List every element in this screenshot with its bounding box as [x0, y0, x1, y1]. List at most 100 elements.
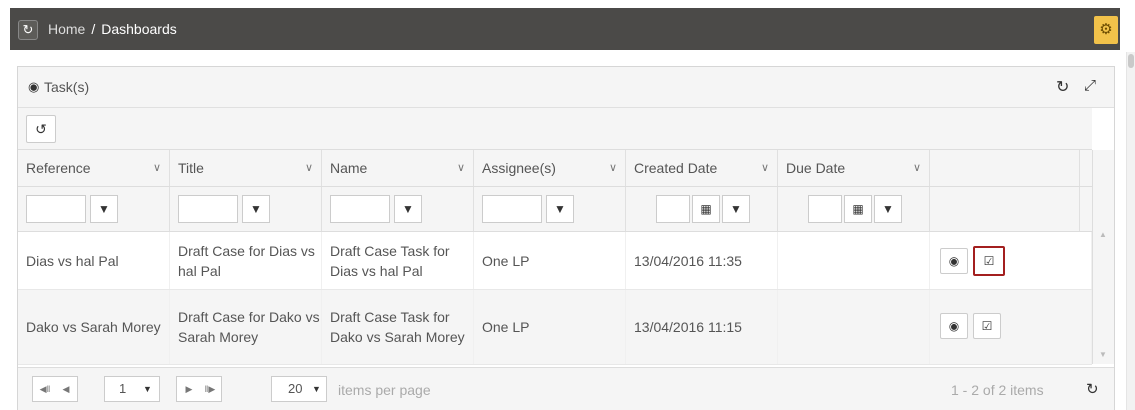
- filter-icon[interactable]: ▼: [546, 195, 574, 223]
- calendar-icon[interactable]: ▦: [844, 195, 872, 223]
- pager-first-prev-group: ◀‖ ◀: [32, 376, 78, 402]
- filter-cell-title: ▼: [170, 187, 322, 231]
- cell-reference: Dias vs hal Pal: [18, 232, 170, 289]
- page-size-value: 20: [288, 381, 303, 396]
- cell-created-date: 13/04/2016 11:35: [626, 232, 778, 289]
- grid-toolbar: ↺: [18, 108, 1092, 150]
- column-header-name[interactable]: Name ∨: [322, 150, 474, 186]
- settings-button[interactable]: ⚙: [1094, 16, 1118, 44]
- cell-actions: ◉ ☑: [930, 232, 1092, 289]
- cell-assignees: One LP: [474, 232, 626, 289]
- pager-next-last-group: ▶ ‖▶: [176, 376, 222, 402]
- panel-expand-icon[interactable]: ⤢: [1084, 77, 1096, 94]
- undo-icon: ↺: [35, 121, 47, 137]
- view-button[interactable]: ◉: [940, 248, 968, 274]
- grid-scrollbar[interactable]: [1092, 150, 1114, 364]
- complete-task-button[interactable]: ☑: [973, 313, 1001, 339]
- first-page-icon[interactable]: ◀‖: [35, 377, 55, 401]
- previous-page-icon[interactable]: ◀: [56, 377, 76, 401]
- name-filter-input[interactable]: [330, 195, 390, 223]
- calendar-icon[interactable]: ▦: [692, 195, 720, 223]
- tasks-panel: ◉ Task(s) ↻ ⤢ ↺ Reference ∨ Title ∨ Name ∨ …: [17, 66, 1115, 410]
- filter-icon[interactable]: ▼: [722, 195, 750, 223]
- title-filter-input[interactable]: [178, 195, 238, 223]
- pager: ◀‖ ◀ 1 ▼ ▶ ‖▶ 20 ▼ items per page 1 - 2 …: [18, 367, 1114, 410]
- table-row[interactable]: Dias vs hal Pal Draft Case for Dias vs h…: [18, 232, 1092, 290]
- chevron-down-icon[interactable]: ∨: [457, 150, 465, 186]
- cell-due-date: [778, 232, 930, 289]
- next-page-icon[interactable]: ▶: [179, 377, 199, 401]
- column-header-assignees[interactable]: Assignee(s) ∨: [474, 150, 626, 186]
- assignees-filter-input[interactable]: [482, 195, 542, 223]
- column-label: Name: [330, 160, 368, 176]
- eye-icon: ◉: [948, 254, 960, 268]
- filter-cell-due-date: ▦ ▼: [778, 187, 930, 231]
- filter-cell-actions: [930, 187, 1080, 231]
- filter-icon[interactable]: ▼: [242, 195, 270, 223]
- chevron-down-icon[interactable]: ∨: [305, 150, 313, 186]
- last-page-icon[interactable]: ‖▶: [200, 377, 220, 401]
- checkbox-icon: ☑: [983, 254, 995, 268]
- eye-icon: ◉: [948, 319, 960, 333]
- filter-icon[interactable]: ▼: [90, 195, 118, 223]
- filter-cell-reference: ▼: [18, 187, 170, 231]
- chevron-down-icon[interactable]: ∨: [913, 150, 921, 186]
- chevron-down-icon[interactable]: ∨: [609, 150, 617, 186]
- cell-title: Draft Case for Dako vs Sarah Morey: [170, 290, 322, 364]
- chevron-down-icon[interactable]: ∨: [153, 150, 161, 186]
- cell-name: Draft Case Task for Dako vs Sarah Morey: [322, 290, 474, 364]
- column-label: Due Date: [786, 160, 846, 176]
- cell-reference: Dako vs Sarah Morey: [18, 290, 170, 364]
- items-per-page-label: items per page: [338, 382, 431, 398]
- column-header-created-date[interactable]: Created Date ∨: [626, 150, 778, 186]
- panel-header: ◉ Task(s) ↻ ⤢: [18, 67, 1114, 108]
- page-scrollbar-thumb[interactable]: [1128, 54, 1134, 68]
- panel-refresh-icon[interactable]: ↻: [1056, 77, 1069, 97]
- reload-button[interactable]: ↺: [26, 115, 56, 143]
- column-label: Reference: [26, 160, 91, 176]
- breadcrumb-home[interactable]: Home: [48, 21, 85, 37]
- breadcrumb: Home / Dashboards: [48, 21, 177, 37]
- cell-assignees: One LP: [474, 290, 626, 364]
- column-label: Title: [178, 160, 204, 176]
- breadcrumb-current: Dashboards: [101, 21, 177, 37]
- table-row[interactable]: Dako vs Sarah Morey Draft Case for Dako …: [18, 290, 1092, 365]
- filter-icon[interactable]: ▼: [394, 195, 422, 223]
- cell-name: Draft Case Task for Dias vs hal Pal: [322, 232, 474, 289]
- reference-filter-input[interactable]: [26, 195, 86, 223]
- complete-task-button[interactable]: ☑: [973, 246, 1005, 276]
- column-header-title[interactable]: Title ∨: [170, 150, 322, 186]
- column-header-reference[interactable]: Reference ∨: [18, 150, 170, 186]
- page-select[interactable]: 1 ▼: [104, 376, 160, 402]
- view-button[interactable]: ◉: [940, 313, 968, 339]
- created-date-filter-input[interactable]: [656, 195, 690, 223]
- chevron-down-icon[interactable]: ∨: [761, 150, 769, 186]
- pager-summary: 1 - 2 of 2 items: [951, 382, 1044, 398]
- scroll-up-icon[interactable]: ▲: [1099, 230, 1107, 239]
- cell-due-date: [778, 290, 930, 364]
- filter-icon[interactable]: ▼: [874, 195, 902, 223]
- due-date-filter-input[interactable]: [808, 195, 842, 223]
- checkbox-icon: ☑: [981, 319, 993, 333]
- scroll-down-icon[interactable]: ▼: [1099, 350, 1107, 359]
- page-size-select[interactable]: 20 ▼: [271, 376, 327, 402]
- cell-created-date: 13/04/2016 11:15: [626, 290, 778, 364]
- filter-cell-assignees: ▼: [474, 187, 626, 231]
- column-label: Created Date: [634, 160, 718, 176]
- gear-icon: ⚙: [1099, 21, 1113, 38]
- grid-header: Reference ∨ Title ∨ Name ∨ Assignee(s) ∨ Cre…: [18, 150, 1092, 187]
- filter-row: ▼ ▼ ▼ ▼ ▦ ▼ ▦ ▼: [18, 187, 1092, 232]
- panel-title: Task(s): [44, 79, 90, 95]
- breadcrumb-separator: /: [91, 21, 96, 37]
- top-bar: ↻ Home / Dashboards: [10, 8, 1120, 50]
- cell-title: Draft Case for Dias vs hal Pal: [170, 232, 322, 289]
- column-header-due-date[interactable]: Due Date ∨: [778, 150, 930, 186]
- caret-down-icon: ▼: [143, 384, 152, 394]
- column-label: Assignee(s): [482, 160, 556, 176]
- caret-down-icon: ▼: [312, 384, 321, 394]
- pager-refresh-icon[interactable]: ↻: [1086, 380, 1099, 398]
- page-scrollbar[interactable]: [1126, 52, 1135, 410]
- cell-actions: ◉ ☑: [930, 290, 1092, 364]
- filter-cell-name: ▼: [322, 187, 474, 231]
- refresh-logo-icon[interactable]: ↻: [18, 20, 38, 40]
